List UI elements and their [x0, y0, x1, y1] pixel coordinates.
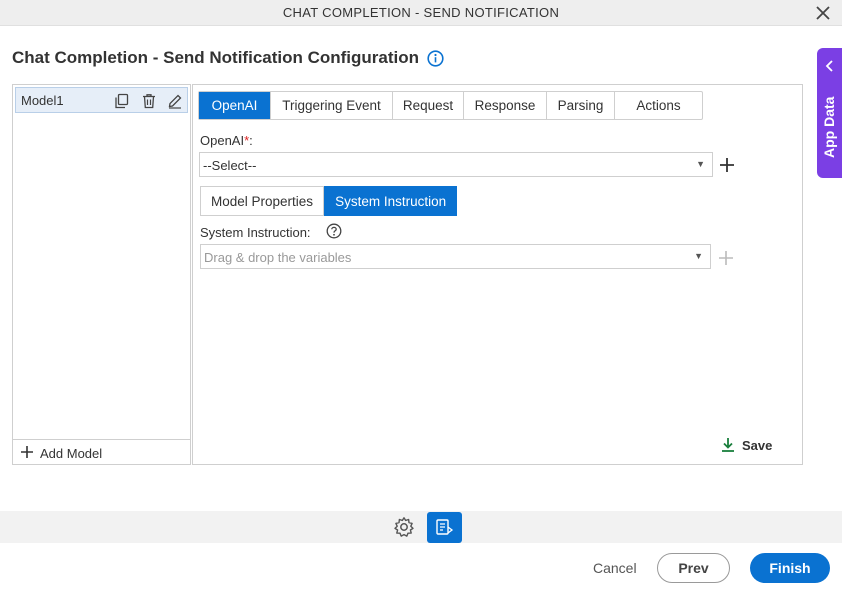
configuration-panel: OpenAI Triggering Event Request Response…: [192, 84, 803, 465]
tab-openai[interactable]: OpenAI: [199, 92, 271, 119]
copy-icon[interactable]: [114, 93, 130, 109]
main-tabs: OpenAI Triggering Event Request Response…: [198, 91, 703, 120]
model-list-panel: Model1 Add Model: [12, 84, 191, 465]
sub-tabs: Model Properties System Instruction: [200, 186, 458, 217]
save-label: Save: [742, 438, 773, 453]
finish-button[interactable]: Finish: [750, 553, 830, 583]
add-model-button[interactable]: Add Model: [13, 439, 190, 464]
tab-request[interactable]: Request: [393, 92, 464, 119]
add-openai-icon[interactable]: [719, 157, 735, 173]
openai-field-label: OpenAI*:: [200, 133, 253, 148]
system-instruction-placeholder: Drag & drop the variables: [204, 250, 352, 265]
tab-parsing[interactable]: Parsing: [547, 92, 615, 119]
plus-icon: [21, 446, 33, 458]
dropdown-arrow-icon: ▼: [694, 251, 703, 261]
title-bar: CHAT COMPLETION - SEND NOTIFICATION: [0, 0, 842, 26]
close-icon[interactable]: [814, 4, 832, 22]
edit-icon[interactable]: [167, 93, 183, 109]
tab-actions[interactable]: Actions: [615, 92, 702, 119]
gear-icon[interactable]: [393, 516, 415, 538]
system-instruction-input[interactable]: Drag & drop the variables ▼: [200, 244, 711, 269]
save-button[interactable]: Save: [720, 437, 780, 455]
tab-system-instruction[interactable]: System Instruction: [324, 186, 458, 216]
window-title: CHAT COMPLETION - SEND NOTIFICATION: [282, 5, 560, 20]
data-mapping-icon: [436, 519, 454, 535]
add-model-label: Add Model: [40, 446, 103, 461]
app-data-tab[interactable]: App Data: [817, 48, 842, 178]
add-variable-icon[interactable]: [718, 250, 734, 266]
system-instruction-label: System Instruction:: [200, 225, 311, 240]
page-title: Chat Completion - Send Notification Conf…: [12, 48, 420, 67]
model-name: Model1: [21, 93, 64, 108]
delete-icon[interactable]: [141, 93, 157, 109]
bottom-toolbar: [0, 511, 842, 543]
info-icon[interactable]: [427, 50, 444, 67]
cancel-button[interactable]: Cancel: [593, 560, 637, 576]
tab-model-properties[interactable]: Model Properties: [200, 186, 325, 216]
openai-select[interactable]: --Select-- ▼: [199, 152, 713, 177]
tab-triggering-event[interactable]: Triggering Event: [271, 92, 393, 119]
help-icon[interactable]: [326, 223, 342, 239]
tab-response[interactable]: Response: [464, 92, 547, 119]
app-data-label: App Data: [821, 96, 837, 158]
data-mapping-button[interactable]: [427, 512, 462, 543]
dropdown-arrow-icon: ▼: [696, 159, 705, 169]
openai-select-value: --Select--: [203, 158, 257, 173]
download-icon: [722, 438, 734, 452]
prev-button[interactable]: Prev: [657, 553, 730, 583]
chevron-left-icon: [825, 60, 833, 72]
model-item[interactable]: Model1: [15, 87, 188, 113]
